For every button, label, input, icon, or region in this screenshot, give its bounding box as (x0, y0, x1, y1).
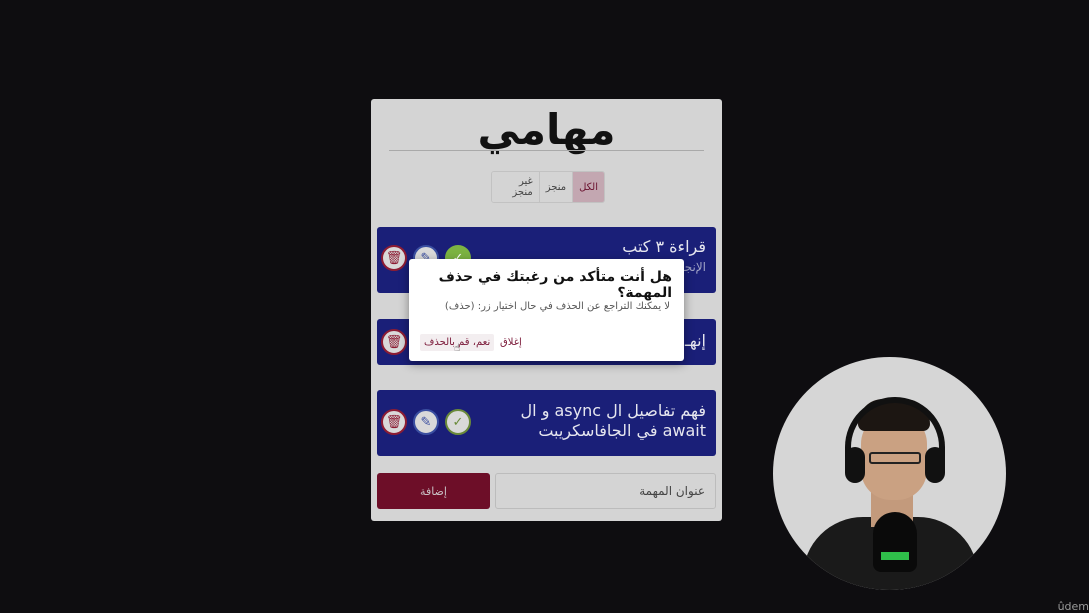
task-title: قراءة ٣ كتب (622, 237, 706, 256)
headphone-right (925, 447, 945, 483)
dialog-close-button[interactable]: إغلاق (496, 334, 526, 351)
complete-task-button[interactable]: ✓ (445, 409, 471, 435)
delete-task-button[interactable]: 🗑 (381, 329, 407, 355)
add-task-row: إضافة (377, 473, 716, 509)
delete-task-button[interactable]: 🗑 (381, 409, 407, 435)
dialog-title: هل أنت متأكد من رغبتك في حذف المهمة؟ (438, 269, 672, 301)
trash-icon: 🗑 (385, 334, 403, 350)
add-task-button[interactable]: إضافة (377, 473, 490, 509)
delete-confirm-dialog: هل أنت متأكد من رغبتك في حذف المهمة؟ لا … (409, 259, 684, 361)
glasses (869, 452, 921, 464)
filter-not-done-button[interactable]: غير منجز (492, 172, 539, 202)
page-title: مهامي (477, 105, 616, 154)
webcam-overlay (773, 357, 1006, 590)
filter-done-button[interactable]: منجز (538, 172, 573, 202)
task-card: فهم تفاصيل ال async و ال await في الجافا… (377, 390, 716, 456)
hand-cursor-icon: ☝ (454, 343, 461, 354)
dialog-text: لا يمكنك التراجع عن الحذف في حال اختيار … (444, 301, 670, 312)
task-actions: 🗑 ✎ ✓ (381, 409, 471, 435)
udemy-watermark: ûdem (1057, 600, 1089, 613)
microphone-light (881, 552, 909, 560)
task-details: الإنجـ (681, 260, 706, 274)
filter-toggle-group: الكل منجز غير منجز (491, 171, 605, 203)
task-title: إنهـ (685, 331, 706, 350)
trash-icon: 🗑 (385, 250, 403, 266)
task-actions: 🗑 (381, 329, 407, 355)
title-divider (389, 150, 704, 151)
task-title-input[interactable] (495, 473, 716, 509)
check-icon: ✓ (452, 414, 464, 430)
edit-task-button[interactable]: ✎ (413, 409, 439, 435)
headphone-left (845, 447, 865, 483)
microphone-icon (873, 512, 917, 572)
pencil-icon: ✎ (420, 414, 432, 430)
trash-icon: 🗑 (385, 414, 403, 430)
filter-all-button[interactable]: الكل (572, 172, 604, 202)
delete-task-button[interactable]: 🗑 (381, 245, 407, 271)
task-title-line-2: await في الجافاسكريبت (538, 421, 706, 440)
task-title-line-1: فهم تفاصيل ال async و ال (520, 401, 706, 420)
